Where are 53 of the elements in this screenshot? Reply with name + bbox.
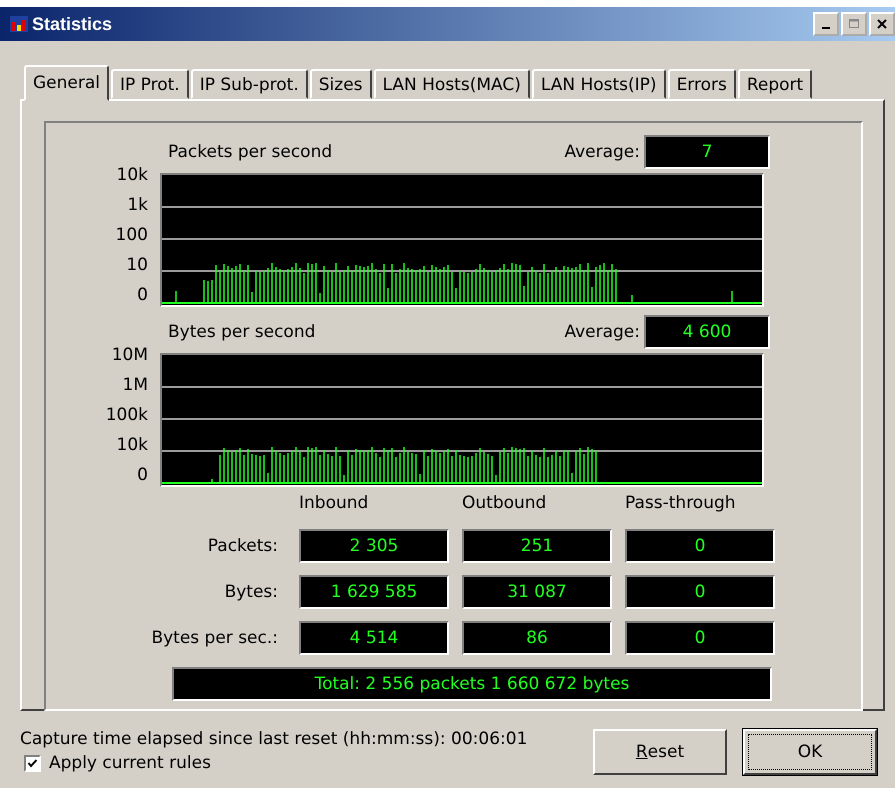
average-display: 4 600: [644, 315, 770, 349]
close-button[interactable]: [869, 12, 895, 36]
window-title: Statistics: [32, 14, 112, 34]
tab[interactable]: Sizes: [310, 69, 372, 99]
row-label: Bytes:: [224, 582, 279, 602]
average-label: Average:: [564, 322, 640, 342]
graph-title: Packets per second: [168, 142, 334, 162]
maximize-icon: [849, 19, 859, 29]
axis-label: 1M: [122, 375, 148, 395]
tab[interactable]: LAN Hosts(MAC): [374, 69, 530, 99]
minimize-icon: [822, 27, 830, 29]
column-header: Inbound: [299, 493, 370, 515]
column-header: Outbound: [462, 493, 548, 515]
axis-label: 100k: [106, 405, 148, 425]
tab[interactable]: LAN Hosts(IP): [532, 69, 666, 99]
tab[interactable]: IP Prot.: [111, 69, 189, 99]
tab[interactable]: Report: [738, 69, 812, 99]
check-icon: [27, 758, 38, 768]
ok-button[interactable]: OK: [743, 729, 877, 775]
axis-label: 0: [137, 465, 148, 485]
counter-display: 0: [625, 621, 775, 655]
tab[interactable]: General: [24, 65, 109, 101]
minimize-button[interactable]: [813, 12, 839, 36]
elapsed-time-text: Capture time elapsed since last reset (hh:mm:ss): 00:06:01: [20, 729, 528, 749]
tab[interactable]: IP Sub-prot.: [190, 69, 308, 99]
row-label: Packets:: [206, 536, 279, 556]
average-display: 7: [644, 135, 770, 169]
close-icon: [877, 19, 887, 29]
column-header: Pass-through: [625, 493, 737, 515]
axis-label: 10k: [116, 435, 148, 455]
tab[interactable]: Errors: [668, 69, 736, 99]
axis-label: 10M: [112, 345, 148, 365]
bar-graph-icon: [10, 16, 28, 32]
axis-label: 10: [126, 255, 148, 275]
counter-display: 0: [625, 575, 775, 609]
checkbox[interactable]: [24, 754, 41, 772]
axis-label: 0: [137, 285, 148, 305]
counter-display: 4 514: [299, 621, 449, 655]
reset-button[interactable]: Reset: [593, 729, 727, 775]
counter-display: 1 629 585: [299, 575, 449, 609]
row-label: Bytes per sec.:: [150, 628, 279, 648]
counter-display: 31 087: [462, 575, 612, 609]
counter-display: 2 305: [299, 529, 449, 563]
counter-display: 0: [625, 529, 775, 563]
counter-display: 86: [462, 621, 612, 655]
counter-display: 251: [462, 529, 612, 563]
axis-label: 100: [116, 225, 148, 245]
graph-title: Bytes per second: [168, 322, 316, 342]
average-label: Average:: [564, 142, 640, 162]
checkbox-label[interactable]: Apply current rules: [49, 753, 211, 773]
axis-label: 1k: [127, 195, 148, 215]
axis-label: 10k: [116, 165, 148, 185]
total-display: Total: 2 556 packets 1 660 672 bytes: [172, 667, 772, 701]
